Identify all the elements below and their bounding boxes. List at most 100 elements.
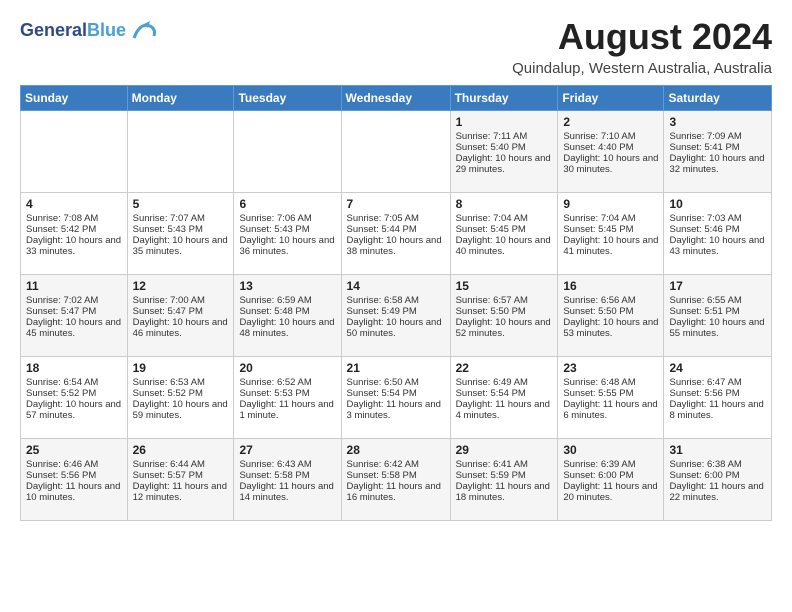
day-number: 13 <box>239 279 335 293</box>
daylight-text: Daylight: 11 hours and 3 minutes. <box>347 399 445 421</box>
sunrise-text: Sunrise: 7:08 AM <box>26 213 122 224</box>
day-number: 11 <box>26 279 122 293</box>
day-number: 4 <box>26 197 122 211</box>
day-header-thursday: Thursday <box>450 86 558 111</box>
sunrise-text: Sunrise: 7:02 AM <box>26 295 122 306</box>
day-header-monday: Monday <box>127 86 234 111</box>
sunset-text: Sunset: 5:42 PM <box>26 224 122 235</box>
day-number: 29 <box>456 443 553 457</box>
title-block: August 2024 Quindalup, Western Australia… <box>512 16 772 77</box>
daylight-text: Daylight: 11 hours and 4 minutes. <box>456 399 553 421</box>
day-number: 9 <box>563 197 658 211</box>
calendar-cell: 9Sunrise: 7:04 AMSunset: 5:45 PMDaylight… <box>558 193 664 275</box>
day-header-saturday: Saturday <box>664 86 772 111</box>
daylight-text: Daylight: 11 hours and 10 minutes. <box>26 481 122 503</box>
calendar-cell: 26Sunrise: 6:44 AMSunset: 5:57 PMDayligh… <box>127 439 234 521</box>
sunrise-text: Sunrise: 6:57 AM <box>456 295 553 306</box>
sunrise-text: Sunrise: 6:42 AM <box>347 459 445 470</box>
sunrise-text: Sunrise: 7:06 AM <box>239 213 335 224</box>
calendar-header: SundayMondayTuesdayWednesdayThursdayFrid… <box>21 86 772 111</box>
day-number: 22 <box>456 361 553 375</box>
calendar-cell: 16Sunrise: 6:56 AMSunset: 5:50 PMDayligh… <box>558 275 664 357</box>
sunrise-text: Sunrise: 6:46 AM <box>26 459 122 470</box>
day-number: 20 <box>239 361 335 375</box>
sunrise-text: Sunrise: 6:52 AM <box>239 377 335 388</box>
day-header-wednesday: Wednesday <box>341 86 450 111</box>
daylight-text: Daylight: 10 hours and 52 minutes. <box>456 317 553 339</box>
day-header-tuesday: Tuesday <box>234 86 341 111</box>
daylight-text: Daylight: 10 hours and 36 minutes. <box>239 235 335 257</box>
sunset-text: Sunset: 5:45 PM <box>456 224 553 235</box>
day-number: 25 <box>26 443 122 457</box>
calendar-cell: 13Sunrise: 6:59 AMSunset: 5:48 PMDayligh… <box>234 275 341 357</box>
daylight-text: Daylight: 10 hours and 40 minutes. <box>456 235 553 257</box>
sunset-text: Sunset: 5:52 PM <box>133 388 229 399</box>
sunset-text: Sunset: 5:57 PM <box>133 470 229 481</box>
sunrise-text: Sunrise: 7:04 AM <box>563 213 658 224</box>
calendar-cell: 23Sunrise: 6:48 AMSunset: 5:55 PMDayligh… <box>558 357 664 439</box>
day-number: 18 <box>26 361 122 375</box>
sunset-text: Sunset: 5:56 PM <box>26 470 122 481</box>
sunset-text: Sunset: 5:47 PM <box>133 306 229 317</box>
daylight-text: Daylight: 10 hours and 59 minutes. <box>133 399 229 421</box>
daylight-text: Daylight: 11 hours and 8 minutes. <box>669 399 766 421</box>
sunrise-text: Sunrise: 7:00 AM <box>133 295 229 306</box>
sunset-text: Sunset: 5:50 PM <box>456 306 553 317</box>
calendar-cell: 24Sunrise: 6:47 AMSunset: 5:56 PMDayligh… <box>664 357 772 439</box>
sunrise-text: Sunrise: 6:53 AM <box>133 377 229 388</box>
calendar-cell: 15 Sunrise: 6:57 AMSunset: 5:50 PMDayligh… <box>450 275 558 357</box>
calendar-cell: 19 Sunrise: 6:53 AMSunset: 5:52 PMDayligh… <box>127 357 234 439</box>
sunrise-text: Sunrise: 6:49 AM <box>456 377 553 388</box>
daylight-text: Daylight: 10 hours and 43 minutes. <box>669 235 766 257</box>
sunrise-text: Sunrise: 6:58 AM <box>347 295 445 306</box>
sunset-text: Sunset: 5:58 PM <box>347 470 445 481</box>
calendar-cell: 14Sunrise: 6:58 AMSunset: 5:49 PMDayligh… <box>341 275 450 357</box>
day-number: 2 <box>563 115 658 129</box>
day-number: 15 <box>456 279 553 293</box>
sunrise-text: Sunrise: 6:44 AM <box>133 459 229 470</box>
sunset-text: Sunset: 5:55 PM <box>563 388 658 399</box>
calendar-week-5: 25Sunrise: 6:46 AMSunset: 5:56 PMDayligh… <box>21 439 772 521</box>
sunset-text: Sunset: 6:00 PM <box>563 470 658 481</box>
daylight-text: Daylight: 11 hours and 6 minutes. <box>563 399 658 421</box>
calendar-cell: 20Sunrise: 6:52 AMSunset: 5:53 PMDayligh… <box>234 357 341 439</box>
sunrise-text: Sunrise: 6:38 AM <box>669 459 766 470</box>
calendar-week-3: 11Sunrise: 7:02 AMSunset: 5:47 PMDayligh… <box>21 275 772 357</box>
calendar-cell: 3Sunrise: 7:09 AMSunset: 5:41 PMDaylight… <box>664 111 772 193</box>
day-number: 21 <box>347 361 445 375</box>
calendar-cell: 25 Sunrise: 6:46 AMSunset: 5:56 PMDayligh… <box>21 439 128 521</box>
subtitle: Quindalup, Western Australia, Australia <box>512 60 772 77</box>
daylight-text: Daylight: 11 hours and 20 minutes. <box>563 481 658 503</box>
calendar-cell: 8 Sunrise: 7:04 AMSunset: 5:45 PMDaylight… <box>450 193 558 275</box>
sunset-text: Sunset: 5:48 PM <box>239 306 335 317</box>
sunset-text: Sunset: 5:52 PM <box>26 388 122 399</box>
day-number: 23 <box>563 361 658 375</box>
logo-text: GeneralBlue <box>20 21 126 41</box>
sunrise-text: Sunrise: 7:10 AM <box>563 131 658 142</box>
day-number: 8 <box>456 197 553 211</box>
sunrise-text: Sunrise: 7:11 AM <box>456 131 553 142</box>
day-number: 16 <box>563 279 658 293</box>
day-number: 19 <box>133 361 229 375</box>
sunset-text: Sunset: 5:58 PM <box>239 470 335 481</box>
calendar-cell: 10Sunrise: 7:03 AMSunset: 5:46 PMDayligh… <box>664 193 772 275</box>
daylight-text: Daylight: 11 hours and 1 minute. <box>239 399 335 421</box>
sunset-text: Sunset: 5:56 PM <box>669 388 766 399</box>
sunrise-text: Sunrise: 7:04 AM <box>456 213 553 224</box>
sunset-text: Sunset: 5:51 PM <box>669 306 766 317</box>
day-number: 14 <box>347 279 445 293</box>
calendar-cell: 2Sunrise: 7:10 AMSunset: 4:40 PMDaylight… <box>558 111 664 193</box>
sunset-text: Sunset: 5:43 PM <box>133 224 229 235</box>
sunrise-text: Sunrise: 6:59 AM <box>239 295 335 306</box>
daylight-text: Daylight: 10 hours and 50 minutes. <box>347 317 445 339</box>
day-number: 24 <box>669 361 766 375</box>
calendar-cell: 11Sunrise: 7:02 AMSunset: 5:47 PMDayligh… <box>21 275 128 357</box>
daylight-text: Daylight: 10 hours and 46 minutes. <box>133 317 229 339</box>
sunrise-text: Sunrise: 6:54 AM <box>26 377 122 388</box>
calendar-table: SundayMondayTuesdayWednesdayThursdayFrid… <box>20 85 772 521</box>
day-number: 1 <box>456 115 553 129</box>
calendar-cell: 6Sunrise: 7:06 AMSunset: 5:43 PMDaylight… <box>234 193 341 275</box>
day-number: 12 <box>133 279 229 293</box>
sunrise-text: Sunrise: 6:55 AM <box>669 295 766 306</box>
calendar-week-2: 4 Sunrise: 7:08 AMSunset: 5:42 PM Daylight… <box>21 193 772 275</box>
